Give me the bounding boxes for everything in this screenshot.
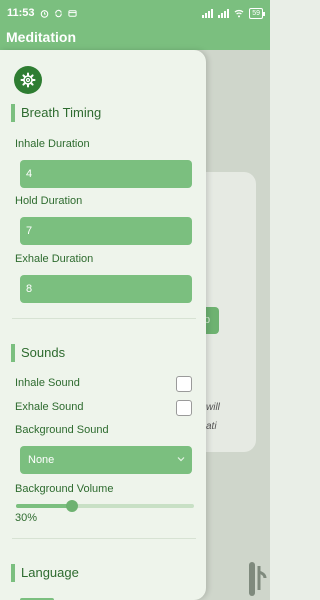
exhale-duration-input[interactable]: 8 [20,275,192,303]
background-volume-label: Background Volume [15,483,114,495]
signal-icon [202,8,214,18]
background-text: ati [206,421,217,432]
app-title: Meditation [6,29,76,45]
background-sound-label: Background Sound [15,424,109,436]
background-text: will [206,402,220,413]
status-bar: 11:53 59 [0,0,270,26]
inhale-duration-label: Inhale Duration [15,138,90,150]
hold-duration-input[interactable]: 7 [20,217,192,245]
settings-button[interactable] [14,66,42,94]
inhale-duration-input[interactable]: 4 [20,160,192,188]
inhale-sound-checkbox[interactable] [176,376,192,392]
payment-icon [67,9,77,17]
sync-icon [54,9,62,17]
app-bar: Meditation [0,26,270,50]
battery-icon: 59 [249,7,265,19]
slider-fill [16,504,72,508]
section-divider [12,538,196,539]
status-time: 11:53 [7,7,35,19]
exhale-duration-label: Exhale Duration [15,253,94,265]
section-title-sounds: Sounds [11,344,65,362]
hold-duration-label: Hold Duration [15,195,83,207]
status-system-icons: 59 [202,7,265,19]
settings-drawer: Breath Timing Inhale Duration 4 Hold Dur… [0,50,206,600]
exhale-sound-label: Exhale Sound [15,401,84,413]
exhale-sound-checkbox[interactable] [176,400,192,416]
background-sound-value: None [28,454,55,466]
section-title-language: Language [11,564,79,582]
gear-icon [20,72,36,88]
chevron-down-icon [177,457,185,462]
inhale-sound-label: Inhale Sound [15,377,80,389]
wifi-icon [234,9,244,17]
background-volume-slider[interactable] [16,500,194,512]
slider-thumb[interactable] [65,500,78,512]
alarm-icon [40,9,48,18]
background-volume-value: 30% [15,512,38,524]
signal-icon [218,8,230,18]
status-notification-icons [40,9,77,18]
background-sound-select[interactable]: None [20,446,192,474]
scroll-indicator-icon [249,562,267,596]
section-divider [12,318,196,319]
section-title-breath-timing: Breath Timing [11,104,101,122]
